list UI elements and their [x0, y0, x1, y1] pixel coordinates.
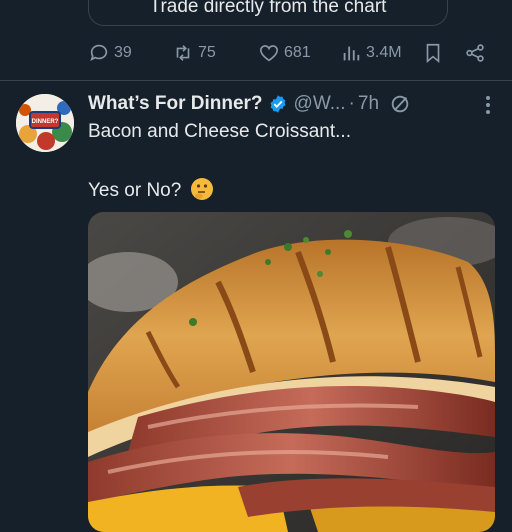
author-handle[interactable]: @W...	[294, 93, 346, 115]
views-count: 3.4M	[366, 44, 402, 61]
views-button[interactable]: 3.4M	[340, 40, 402, 66]
like-icon	[259, 45, 279, 62]
svg-text:DINNER?: DINNER?	[32, 119, 59, 125]
tweet-text-line-1: Bacon and Cheese Croissant...	[88, 121, 351, 142]
avatar[interactable]: DINNER?	[16, 94, 74, 152]
like-count: 681	[284, 44, 311, 61]
bookmark-icon	[426, 43, 440, 64]
separator-dot: ·	[348, 93, 355, 114]
views-icon	[343, 46, 360, 61]
tweet-question: Yes or No?	[88, 180, 182, 201]
verified-icon	[270, 95, 286, 113]
tweet-divider	[0, 80, 512, 81]
bookmark-button[interactable]	[422, 40, 444, 66]
tweet-header: What’s For Dinner? @W... · 7h	[88, 90, 498, 118]
share-button[interactable]	[464, 40, 486, 66]
avatar-logo: DINNER?	[16, 94, 74, 152]
tweet-photo[interactable]	[88, 212, 495, 532]
more-icon[interactable]	[478, 94, 498, 116]
croissant-image	[88, 212, 495, 532]
timestamp[interactable]: 7h	[358, 93, 379, 115]
like-button[interactable]: 681	[258, 40, 311, 66]
tweet-text-line-2: Yes or No?	[88, 178, 213, 202]
reply-count: 39	[114, 44, 132, 61]
thinking-face-emoji	[190, 178, 213, 200]
repost-count: 75	[198, 44, 216, 61]
repost-icon	[176, 45, 190, 61]
link-card[interactable]: Trade directly from the chart	[88, 0, 448, 26]
reply-button[interactable]: 39	[88, 40, 132, 66]
repost-button[interactable]: 75	[172, 40, 216, 66]
action-bar: 39 75 681 3.4M	[88, 40, 498, 66]
share-icon	[466, 44, 484, 62]
link-card-title: Trade directly from the chart	[149, 0, 387, 17]
reply-icon	[90, 44, 108, 62]
grok-icon[interactable]	[389, 93, 411, 115]
author-name[interactable]: What’s For Dinner?	[88, 93, 263, 115]
